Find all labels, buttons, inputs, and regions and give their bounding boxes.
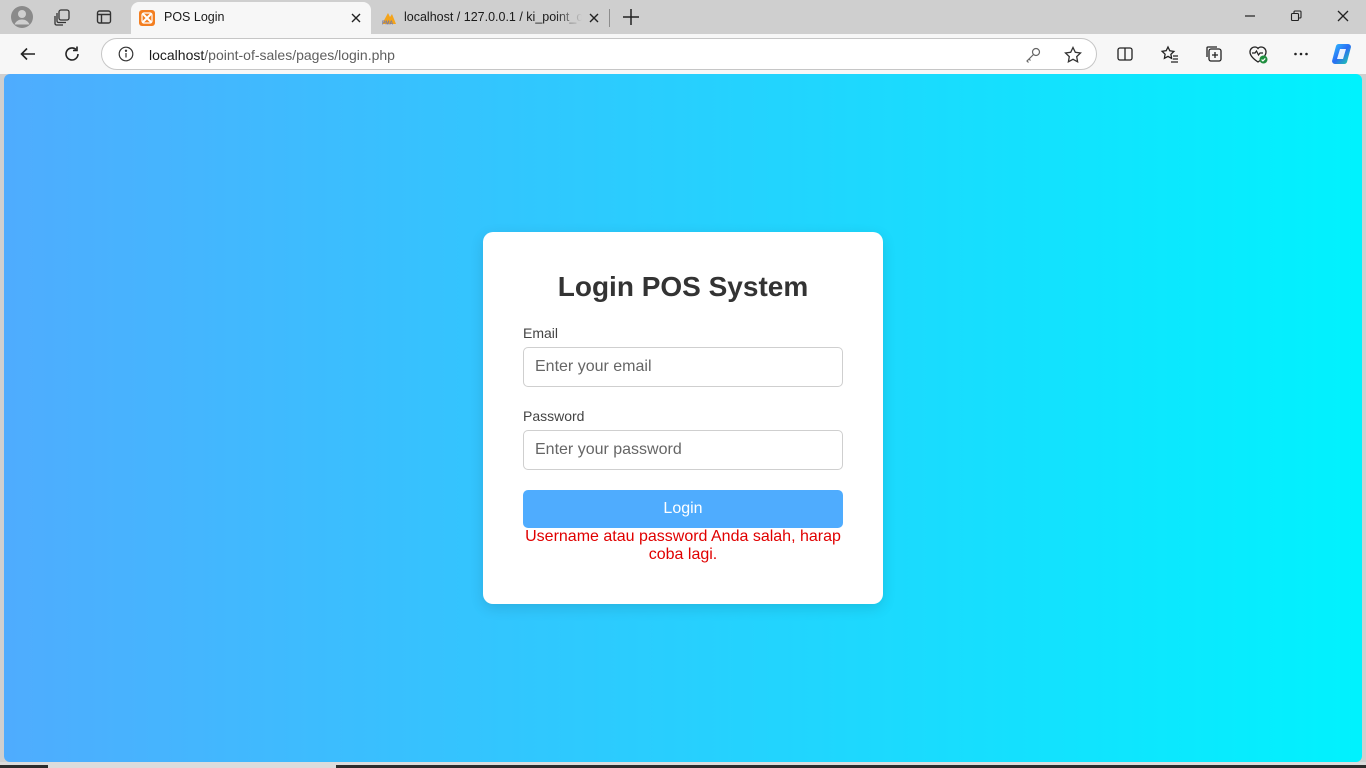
new-tab-plus-icon[interactable] (620, 6, 642, 28)
tab-phpmyadmin[interactable]: PMA localhost / 127.0.0.1 / ki_point_of_… (373, 2, 609, 34)
xampp-favicon-icon (139, 10, 155, 26)
password-key-icon[interactable] (1024, 46, 1042, 64)
svg-text:PMA: PMA (382, 21, 394, 26)
tab-title: localhost / 127.0.0.1 / ki_point_of_sale… (404, 10, 582, 24)
restore-window-icon[interactable] (1288, 8, 1304, 24)
login-heading: Login POS System (557, 271, 809, 302)
password-label: Password (523, 408, 585, 424)
tab-separator (609, 9, 610, 27)
close-window-icon[interactable] (1335, 8, 1351, 24)
close-tab-icon[interactable] (349, 11, 363, 25)
error-message: Username atau password Anda salah, harap… (525, 528, 841, 563)
close-tab-icon[interactable] (587, 11, 601, 25)
split-screen-icon[interactable] (1114, 43, 1136, 65)
email-label: Email (523, 325, 559, 341)
login-button[interactable]: Login (523, 490, 843, 528)
page-background: Login POS System Email Password Login Us… (4, 74, 1362, 762)
collections-icon[interactable] (1203, 43, 1225, 65)
profile-avatar-icon[interactable] (10, 5, 34, 29)
browser-essentials-icon[interactable] (1247, 43, 1269, 65)
password-field[interactable] (523, 430, 843, 470)
favorite-star-icon[interactable] (1063, 45, 1083, 65)
phpmyadmin-favicon-icon: PMA (381, 11, 397, 27)
browser-toolbar: localhost/point-of-sales/pages/login.php (0, 34, 1366, 74)
tab-strip: POS Login PMA localhost / 127.0.0.1 / ki… (0, 0, 1366, 34)
email-field[interactable] (523, 347, 843, 387)
url-text: localhost/point-of-sales/pages/login.php (149, 47, 395, 63)
back-arrow-icon[interactable] (17, 43, 39, 65)
minimize-icon[interactable] (1242, 8, 1258, 24)
vertical-tabs-icon[interactable] (92, 5, 116, 29)
favorites-icon[interactable] (1159, 43, 1181, 65)
more-options-icon[interactable] (1290, 43, 1312, 65)
refresh-icon[interactable] (61, 43, 83, 65)
tab-pos-login[interactable]: POS Login (131, 2, 371, 34)
copilot-icon[interactable] (1331, 42, 1355, 66)
workspaces-icon[interactable] (50, 5, 74, 29)
login-card: Login POS System Email Password Login Us… (483, 232, 883, 604)
address-bar[interactable]: localhost/point-of-sales/pages/login.php (101, 38, 1097, 70)
site-info-icon[interactable] (118, 46, 134, 62)
taskbar-edge (0, 762, 1366, 768)
tab-title: POS Login (164, 10, 225, 24)
